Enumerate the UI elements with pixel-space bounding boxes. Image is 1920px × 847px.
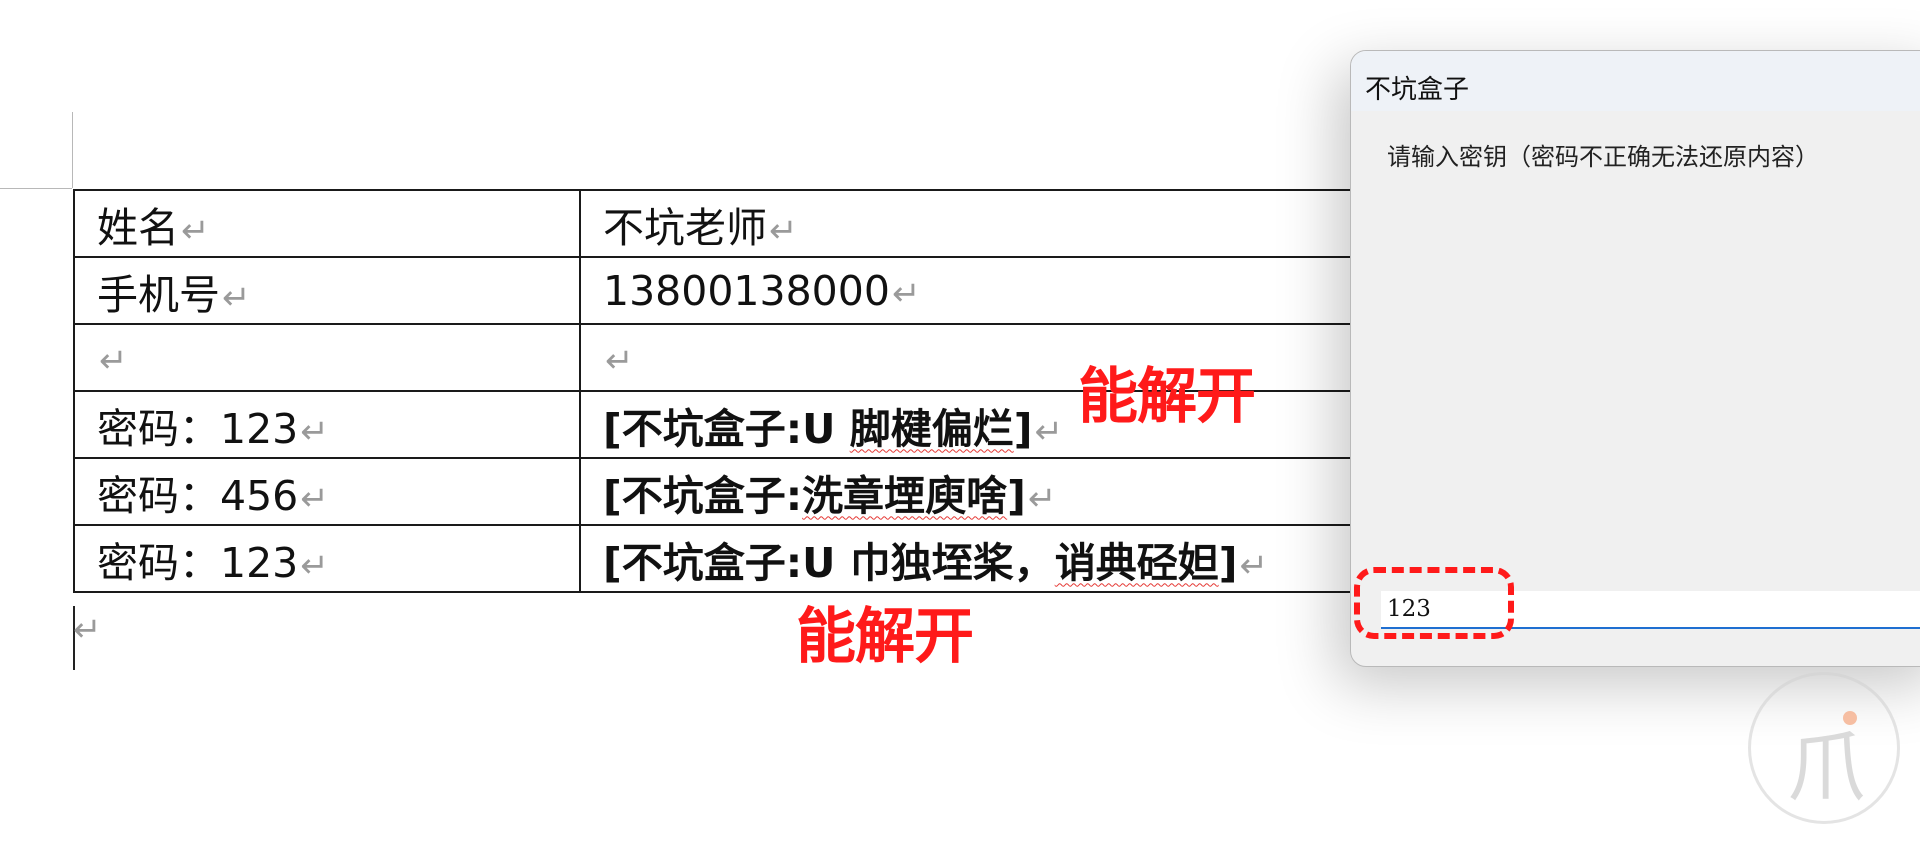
table-cell-encrypted-value[interactable]: [不坑盒子:洗章堙庾啥]↵ (579, 457, 1413, 526)
table-row: 密码：123↵ [不坑盒子:U 巾独垤桨，诮典硁妲]↵ (73, 524, 1413, 593)
paragraph-mark-icon: ↵ (222, 277, 251, 318)
table-cell-phone-label[interactable]: 手机号↵ (73, 256, 581, 325)
annotation-can-decrypt: 能解开 (796, 602, 974, 672)
paragraph-mark-icon: ↵ (300, 478, 329, 519)
table-row: 密码：456↵ [不坑盒子:洗章堙庾啥]↵ (73, 457, 1413, 526)
table-cell-encrypted-value[interactable]: [不坑盒子:U 脚楗偏烂]↵ (579, 390, 1413, 459)
spellcheck-marked-text: 洗章堙庾啥 (802, 471, 1008, 520)
decrypt-key-dialog: 不坑盒子 请输入密钥（密码不正确无法还原内容） (1350, 50, 1920, 667)
paragraph-mark-icon: ↵ (1034, 411, 1063, 452)
table-row: 姓名↵ 不坑老师↵ (73, 189, 1413, 258)
table-cell-password-label[interactable]: 密码：123↵ (73, 524, 581, 593)
paragraph-mark-icon: ↵ (1239, 545, 1268, 586)
paragraph-mark-icon: ↵ (605, 340, 634, 381)
key-input[interactable] (1381, 591, 1920, 629)
dialog-title: 不坑盒子 (1365, 75, 1470, 105)
table-cell-empty[interactable]: ↵ (579, 323, 1413, 392)
table-cell-name-label[interactable]: 姓名↵ (73, 189, 581, 258)
spellcheck-marked-text: 诮典硁妲 (1054, 538, 1219, 587)
paragraph-mark-icon: ↵ (891, 273, 921, 314)
table-cell-empty[interactable]: ↵ (73, 323, 581, 392)
paragraph-mark-icon: ↵ (1027, 478, 1057, 519)
watermark-logo-icon: 爪 (1748, 672, 1900, 824)
annotation-can-decrypt: 能解开 (1078, 362, 1256, 432)
margin-corner-mark (0, 188, 72, 189)
paragraph-mark-icon: ↵ (73, 610, 102, 650)
dialog-titlebar[interactable]: 不坑盒子 (1351, 51, 1920, 111)
table-cell-password-label[interactable]: 密码：123↵ (73, 390, 581, 459)
paragraph-mark-icon: ↵ (99, 340, 128, 381)
paragraph-mark-icon: ↵ (181, 210, 210, 251)
margin-corner-mark (72, 112, 73, 188)
paragraph-mark-icon: ↵ (300, 545, 329, 586)
table-cell-password-label[interactable]: 密码：456↵ (73, 457, 581, 526)
table-cell-name-value[interactable]: 不坑老师↵ (579, 189, 1413, 258)
paragraph-mark-icon: ↵ (300, 411, 329, 452)
watermark-dot (1843, 711, 1857, 725)
dialog-prompt-text: 请输入密钥（密码不正确无法还原内容） (1387, 143, 1819, 171)
spellcheck-marked-text: 脚楗偏烂 (849, 404, 1014, 453)
table-row: 手机号↵ 13800138000↵ (73, 256, 1413, 325)
paragraph-mark-icon: ↵ (769, 210, 798, 251)
table-cell-encrypted-value[interactable]: [不坑盒子:U 巾独垤桨，诮典硁妲]↵ (579, 524, 1413, 593)
table-cell-phone-value[interactable]: 13800138000↵ (579, 256, 1413, 325)
